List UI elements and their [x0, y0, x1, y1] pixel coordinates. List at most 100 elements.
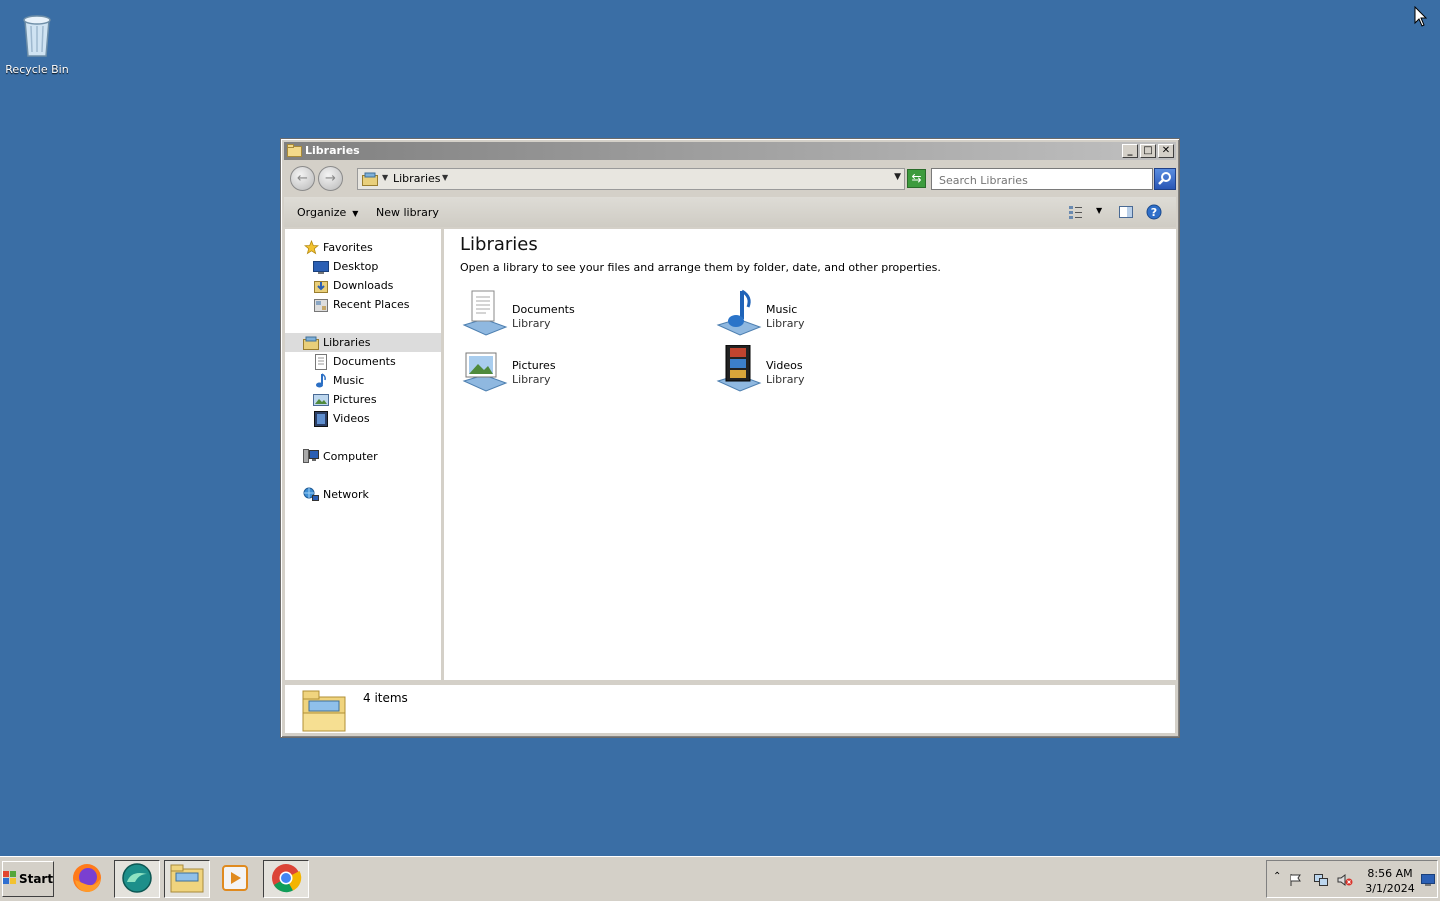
media-player-icon	[221, 864, 249, 895]
search-button[interactable]	[1154, 168, 1176, 190]
library-type: Library	[512, 373, 551, 386]
libraries-icon	[303, 335, 319, 351]
recycle-bin-icon	[17, 15, 57, 61]
nav-favorites[interactable]: Favorites	[303, 238, 373, 257]
taskbar-browser[interactable]	[114, 860, 160, 898]
library-videos[interactable]: Videos Library	[714, 344, 934, 397]
library-name: Documents	[512, 303, 575, 316]
nav-documents[interactable]: Documents	[313, 352, 396, 371]
refresh-button[interactable]: ⇆	[907, 169, 926, 188]
nav-videos[interactable]: Videos	[313, 409, 370, 428]
breadcrumb-chevron-icon[interactable]: ▼	[442, 173, 448, 182]
nav-pictures-label: Pictures	[333, 393, 377, 406]
pictures-icon	[313, 392, 329, 408]
library-music[interactable]: Music Library	[714, 289, 934, 341]
address-bar[interactable]: ▼ Libraries ▼ ▼	[357, 168, 905, 190]
nav-desktop[interactable]: Desktop	[313, 257, 378, 276]
show-hidden-icons-icon[interactable]: ⌃	[1273, 871, 1281, 882]
content-heading: Libraries	[460, 234, 538, 255]
forward-button[interactable]: →	[318, 166, 343, 191]
documents-library-icon	[460, 289, 508, 337]
maximize-icon: □	[1143, 145, 1153, 156]
recycle-bin[interactable]: Recycle Bin	[4, 10, 70, 76]
library-name: Pictures	[512, 359, 556, 372]
libraries-icon	[362, 172, 378, 189]
close-icon: ✕	[1161, 145, 1171, 156]
nav-videos-label: Videos	[333, 412, 370, 425]
clock-date: 3/1/2024	[1365, 882, 1415, 895]
file-explorer-icon	[170, 863, 204, 896]
computer-icon	[303, 449, 319, 465]
network-tray-icon[interactable]	[1313, 873, 1329, 890]
desktop-icon	[313, 259, 329, 275]
refresh-icon: ⇆	[911, 171, 922, 185]
taskbar-firefox[interactable]	[64, 860, 110, 898]
library-documents[interactable]: Documents Library	[460, 289, 680, 341]
nav-computer-label: Computer	[323, 450, 378, 463]
nav-desktop-label: Desktop	[333, 260, 379, 273]
firefox-icon	[71, 862, 103, 897]
videos-icon	[313, 410, 329, 427]
svg-text:?: ?	[1151, 206, 1157, 219]
volume-muted-icon[interactable]	[1337, 873, 1353, 890]
content-pane: Libraries Open a library to see your fil…	[444, 229, 1176, 680]
nav-downloads-label: Downloads	[333, 279, 394, 292]
nav-downloads[interactable]: Downloads	[313, 276, 393, 295]
close-button[interactable]: ✕	[1158, 144, 1174, 158]
new-library-button[interactable]: New library	[376, 206, 439, 219]
title-bar[interactable]: Libraries _ □ ✕	[284, 142, 1176, 160]
documents-icon	[313, 353, 329, 370]
library-name: Music	[766, 303, 798, 316]
view-options-chevron-icon[interactable]: ▼	[1096, 206, 1102, 215]
start-label: Start	[18, 872, 54, 886]
nav-recent-places[interactable]: Recent Places	[313, 295, 410, 314]
nav-music-label: Music	[333, 374, 365, 387]
clock-time: 8:56 AM	[1367, 867, 1413, 880]
nav-music[interactable]: Music	[313, 371, 364, 390]
minimize-button[interactable]: _	[1122, 144, 1138, 158]
windows-logo-icon	[2, 870, 17, 888]
notification-area: ⌃ 8:56 AM 3/1/2024	[1266, 860, 1438, 898]
organize-label: Organize	[297, 206, 347, 219]
navigation-bar: ← → ▼ Libraries ▼ ▼ ⇆	[284, 163, 1176, 195]
action-center-flag-icon[interactable]	[1289, 873, 1303, 890]
address-dropdown-icon[interactable]: ▼	[894, 172, 901, 182]
library-pictures[interactable]: Pictures Library	[460, 345, 680, 397]
back-button[interactable]: ←	[290, 166, 315, 191]
recycle-bin-label: Recycle Bin	[5, 63, 69, 76]
explorer-window: Libraries _ □ ✕ ← → ▼ Libraries ▼ ▼ ⇆ Se…	[280, 138, 1180, 738]
nav-computer[interactable]: Computer	[303, 447, 378, 466]
maximize-button[interactable]: □	[1140, 144, 1156, 158]
show-desktop-icon[interactable]	[1421, 874, 1435, 889]
taskbar: Start ⌃ 8:56 AM 3/1/2024	[0, 856, 1440, 901]
content-description: Open a library to see your files and arr…	[460, 261, 941, 274]
taskbar-file-explorer[interactable]	[164, 860, 210, 898]
nav-libraries[interactable]: Libraries	[303, 333, 371, 352]
change-view-icon[interactable]	[1068, 204, 1084, 223]
nav-pictures[interactable]: Pictures	[313, 390, 377, 409]
libraries-large-icon	[301, 687, 347, 736]
breadcrumb-libraries[interactable]: Libraries	[393, 172, 441, 185]
search-box[interactable]	[931, 168, 1153, 190]
search-input[interactable]	[937, 170, 1151, 190]
taskbar-chrome[interactable]	[263, 860, 309, 898]
organize-button[interactable]: Organize ▼	[297, 206, 358, 219]
taskbar-media-player[interactable]	[212, 860, 258, 898]
start-button[interactable]: Start	[2, 861, 54, 897]
pictures-library-icon	[460, 345, 508, 393]
chrome-icon	[270, 862, 302, 897]
star-icon	[303, 240, 319, 256]
nav-libraries-label: Libraries	[323, 336, 371, 349]
library-type: Library	[766, 373, 805, 386]
address-chevron-icon[interactable]: ▼	[382, 173, 388, 182]
library-type: Library	[512, 317, 551, 330]
clock[interactable]: 8:56 AM 3/1/2024	[1363, 866, 1417, 896]
nav-recent-places-label: Recent Places	[333, 298, 410, 311]
window-title: Libraries	[305, 144, 360, 157]
preview-pane-icon[interactable]	[1118, 204, 1134, 223]
help-icon[interactable]: ?	[1146, 204, 1162, 223]
item-count: 4 items	[363, 691, 408, 705]
nav-network[interactable]: Network	[303, 485, 369, 504]
music-icon	[313, 372, 329, 389]
library-type: Library	[766, 317, 805, 330]
